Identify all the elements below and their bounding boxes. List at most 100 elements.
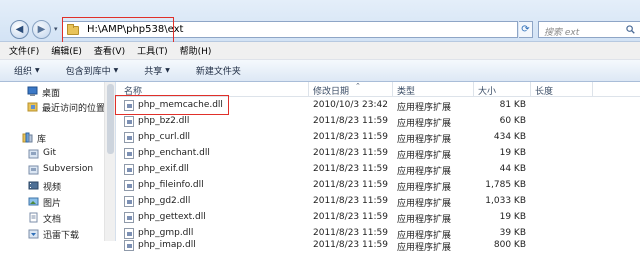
file-size: 1,785 KB [485, 180, 526, 190]
file-date: 2010/10/3 23:42 [313, 100, 388, 110]
menu-tools[interactable]: 工具(T) [132, 44, 173, 57]
nav-item-git[interactable]: Git [0, 146, 104, 161]
dll-file-icon [124, 132, 134, 143]
file-row[interactable]: php_enchant.dll 2011/8/23 11:59 应用程序扩展 1… [116, 145, 640, 161]
forward-button[interactable]: ▶ [32, 20, 51, 39]
file-type: 应用程序扩展 [397, 119, 452, 129]
nav-item-library[interactable]: 库 [0, 130, 104, 145]
column-divider[interactable] [473, 82, 474, 97]
menu-edit[interactable]: 编辑(E) [46, 44, 87, 57]
refresh-icon: ⟳ [521, 24, 530, 35]
dll-file-icon [124, 116, 134, 127]
dll-file-icon [124, 148, 134, 159]
menu-view[interactable]: 查看(V) [89, 44, 130, 57]
column-divider[interactable] [308, 82, 309, 97]
file-date: 2011/8/23 11:59 [313, 212, 388, 222]
dll-file-icon [124, 212, 134, 223]
chevron-down-icon: ▼ [35, 67, 40, 74]
column-header: 名称 修改日期 ⌃ 类型 大小 长度 [116, 82, 640, 97]
file-size: 44 KB [499, 164, 526, 174]
column-size[interactable]: 大小 [478, 84, 496, 97]
file-name: php_imap.dll [138, 240, 196, 250]
git-icon [28, 149, 39, 159]
menu-bar: 文件(F) 编辑(E) 查看(V) 工具(T) 帮助(H) [0, 42, 640, 60]
search-placeholder: 搜索 ext [544, 28, 580, 38]
nav-item-desktop[interactable]: 桌面 [0, 84, 104, 99]
sort-up-icon: ⌃ [355, 82, 361, 90]
file-size: 19 KB [499, 212, 526, 222]
file-row[interactable]: php_gettext.dll 2011/8/23 11:59 应用程序扩展 1… [116, 209, 640, 225]
library-icon [22, 132, 33, 143]
new-folder-button[interactable]: 新建文件夹 [196, 64, 241, 77]
chevron-down-icon: ▼ [113, 67, 119, 74]
organize-label: 组织 [14, 67, 33, 77]
file-date: 2011/8/23 11:59 [313, 240, 388, 250]
file-row[interactable]: php_memcache.dll 2010/10/3 23:42 应用程序扩展 … [116, 97, 640, 113]
file-size: 1,033 KB [485, 196, 526, 206]
column-type[interactable]: 类型 [397, 84, 415, 97]
download-icon [28, 229, 39, 239]
nav-item-documents[interactable]: 文档 [0, 210, 104, 225]
nav-item-recent[interactable]: 最近访问的位置 [0, 99, 105, 114]
file-name: php_enchant.dll [138, 148, 210, 158]
dll-file-icon [124, 164, 134, 175]
file-row[interactable]: php_imap.dll 2011/8/23 11:59 应用程序扩展 800 … [116, 237, 640, 253]
file-row[interactable]: php_curl.dll 2011/8/23 11:59 应用程序扩展 434 … [116, 129, 640, 145]
share-button[interactable]: 共享 ▼ [144, 64, 170, 77]
file-row[interactable]: php_gd2.dll 2011/8/23 11:59 应用程序扩展 1,033… [116, 193, 640, 209]
documents-icon [29, 212, 38, 223]
file-date: 2011/8/23 11:59 [313, 116, 388, 126]
search-icon[interactable] [626, 25, 635, 34]
file-type: 应用程序扩展 [397, 135, 452, 145]
include-in-library-label: 包含到库中 [65, 67, 111, 77]
subversion-icon [28, 165, 39, 175]
file-row[interactable]: php_bz2.dll 2011/8/23 11:59 应用程序扩展 60 KB [116, 113, 640, 129]
nav-label: 视频 [43, 183, 62, 193]
new-folder-label: 新建文件夹 [195, 67, 241, 77]
menu-file[interactable]: 文件(F) [4, 44, 44, 57]
organize-button[interactable]: 组织 ▼ [14, 64, 40, 77]
address-toolbar: ◀ ▶ ▾ H:\AMP\php538\ext ⟳ 搜索 ext [0, 0, 640, 43]
file-name: php_memcache.dll [138, 100, 223, 110]
nav-item-xunlei[interactable]: 迅雷下载 [0, 226, 104, 241]
command-bar: 组织 ▼ 包含到库中 ▼ 共享 ▼ 新建文件夹 [0, 60, 640, 82]
file-type: 应用程序扩展 [397, 167, 452, 177]
file-type: 应用程序扩展 [397, 151, 452, 161]
recent-places-icon [27, 102, 38, 112]
file-type: 应用程序扩展 [397, 243, 452, 253]
nav-item-subversion[interactable]: Subversion [0, 162, 104, 177]
dll-file-icon [124, 180, 134, 191]
file-date: 2011/8/23 11:59 [313, 196, 388, 206]
file-size: 60 KB [499, 116, 526, 126]
file-row[interactable]: php_fileinfo.dll 2011/8/23 11:59 应用程序扩展 … [116, 177, 640, 193]
search-box[interactable]: 搜索 ext [538, 21, 640, 38]
nav-item-videos[interactable]: 视频 [0, 178, 104, 193]
file-name: php_gettext.dll [138, 212, 206, 222]
file-size: 81 KB [499, 100, 526, 110]
address-bar[interactable]: H:\AMP\php538\ext [62, 21, 518, 38]
menu-help[interactable]: 帮助(H) [175, 44, 217, 57]
nav-scrollbar[interactable] [104, 82, 115, 241]
file-size: 434 KB [493, 132, 526, 142]
nav-item-pictures[interactable]: 图片 [0, 194, 104, 209]
file-type: 应用程序扩展 [397, 183, 452, 193]
forward-arrow-icon: ▶ [37, 24, 46, 35]
column-divider[interactable] [530, 82, 531, 97]
file-date: 2011/8/23 11:59 [313, 164, 388, 174]
file-name: php_fileinfo.dll [138, 180, 204, 190]
column-length[interactable]: 长度 [535, 84, 553, 97]
column-name[interactable]: 名称 [124, 84, 142, 97]
include-in-library-button[interactable]: 包含到库中 ▼ [66, 64, 119, 77]
column-date[interactable]: 修改日期 [313, 84, 349, 97]
file-name: php_bz2.dll [138, 116, 190, 126]
file-row[interactable]: php_exif.dll 2011/8/23 11:59 应用程序扩展 44 K… [116, 161, 640, 177]
column-divider[interactable] [592, 82, 593, 97]
scrollbar-thumb[interactable] [107, 84, 114, 154]
back-button[interactable]: ◀ [10, 20, 29, 39]
recent-pages-dropdown[interactable]: ▾ [54, 25, 58, 33]
nav-label: 桌面 [42, 89, 61, 99]
refresh-button[interactable]: ⟳ [519, 21, 533, 38]
address-path[interactable]: H:\AMP\php538\ext [87, 24, 183, 35]
nav-label: Subversion [43, 164, 94, 174]
column-divider[interactable] [392, 82, 393, 97]
